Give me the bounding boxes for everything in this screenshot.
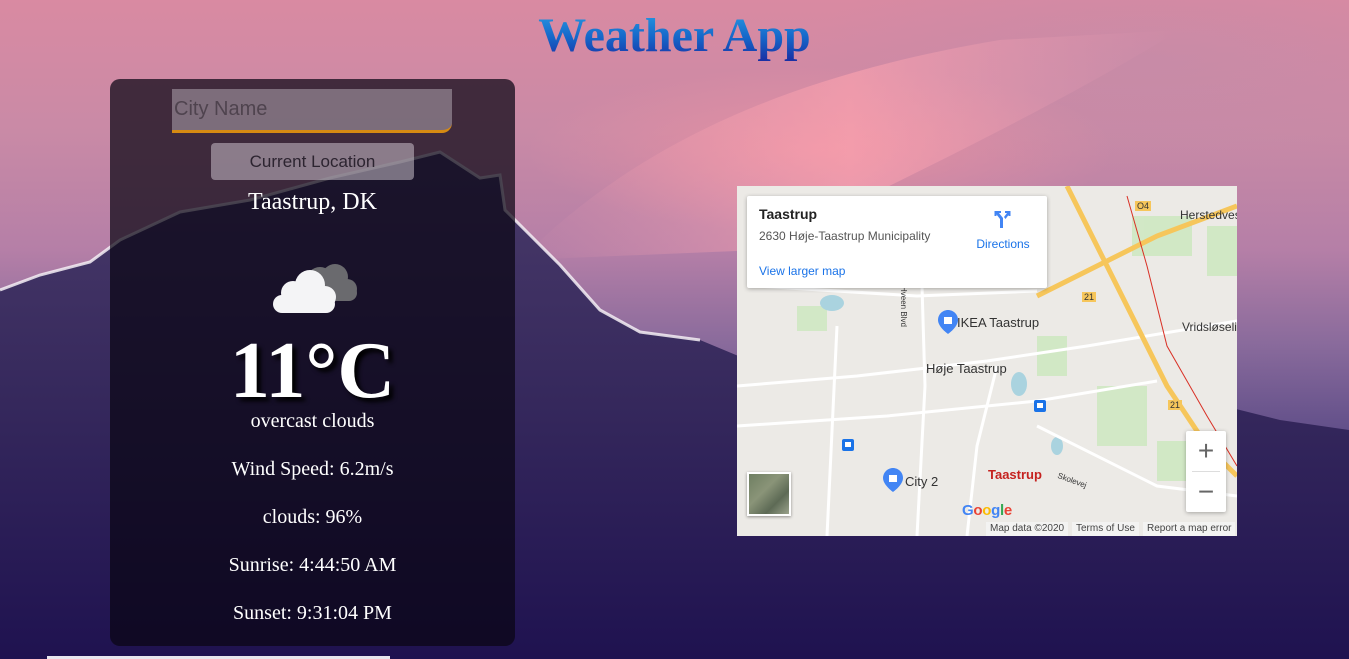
zoom-controls: + −: [1186, 431, 1226, 512]
satellite-toggle-button[interactable]: [747, 472, 791, 516]
temperature-value: 11°C: [229, 327, 396, 415]
clouds-percentage: clouds: 96%: [262, 506, 363, 528]
map-label-hoje-taastrup: Høje Taastrup: [926, 361, 1007, 376]
directions-icon: [994, 211, 1011, 228]
map-label-hveen: Hveen Blvd: [899, 286, 908, 327]
weather-description: overcast clouds: [250, 410, 375, 432]
google-logo: Google: [962, 502, 1012, 519]
road-badge-21b: 21: [1168, 400, 1183, 410]
train-station-icon[interactable]: [1034, 400, 1046, 412]
wind-speed: Wind Speed: 6.2m/s: [231, 458, 394, 480]
sunrise-time: Sunrise: 4:44:50 AM: [228, 554, 397, 576]
sunset-time: Sunset: 9:31:04 PM: [233, 602, 392, 624]
place-address: 2630 Høje-Taastrup Municipality: [759, 229, 931, 243]
zoom-out-button[interactable]: −: [1186, 472, 1226, 512]
train-station-icon[interactable]: [842, 439, 854, 451]
map-label-taastrup-marker: Taastrup: [988, 467, 1042, 482]
current-location-button[interactable]: Current Location: [211, 143, 414, 180]
directions-button[interactable]: Directions: [973, 208, 1033, 251]
map-label-ikea: IKEA Taastrup: [957, 315, 1040, 330]
place-title: Taastrup: [759, 206, 818, 222]
road-badge-21: 21: [1082, 292, 1097, 302]
zoom-in-button[interactable]: +: [1186, 431, 1226, 471]
ikea-shopping-pin-icon[interactable]: [938, 310, 958, 334]
app-title: Weather App: [0, 8, 1349, 63]
road-badge-o4: O4: [1135, 201, 1152, 211]
map-label-city2: City 2: [905, 474, 939, 489]
weather-card: Current Location Taastrup, DK 11°C overc…: [110, 79, 515, 646]
terms-of-use-link[interactable]: Terms of Use: [1072, 522, 1139, 536]
overcast-clouds-icon: [273, 264, 357, 313]
map-label-vridsloselille: Vridsløseli: [1182, 320, 1237, 334]
report-map-error-link[interactable]: Report a map error: [1143, 522, 1236, 536]
map-embed[interactable]: IKEA Taastrup Høje Taastrup City 2 Taast…: [737, 186, 1237, 536]
city-name-input[interactable]: [172, 89, 452, 133]
view-larger-map-link[interactable]: View larger map: [759, 264, 845, 278]
location-name: Taastrup, DK: [248, 189, 377, 215]
map-data-attribution: Map data ©2020: [986, 522, 1069, 536]
map-label-herstedvester: Herstedves: [1180, 208, 1237, 222]
city2-shopping-pin-icon[interactable]: [883, 468, 903, 492]
place-info-card: Taastrup 2630 Høje-Taastrup Municipality…: [747, 196, 1047, 288]
directions-label: Directions: [976, 237, 1030, 251]
